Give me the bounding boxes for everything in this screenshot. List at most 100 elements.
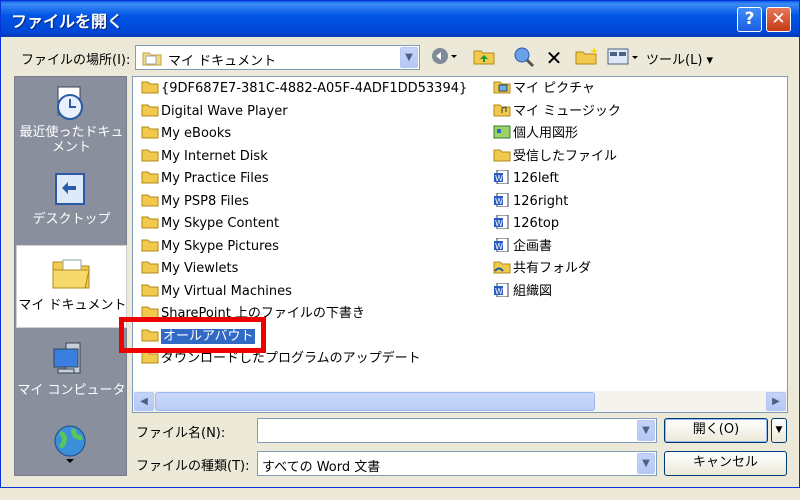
file-list-item[interactable]: My Internet Disk — [141, 147, 268, 167]
new-folder-button[interactable] — [573, 46, 601, 70]
filename-label: ファイル名(N): — [136, 426, 226, 441]
desktop-icon — [55, 173, 85, 205]
word-doc-icon: W — [493, 192, 511, 207]
file-name: My eBooks — [161, 126, 232, 141]
folder-icon — [493, 148, 511, 162]
my-documents-icon — [52, 259, 90, 289]
file-name: My Viewlets — [161, 261, 239, 276]
file-list-item[interactable]: My Skype Pictures — [141, 237, 279, 257]
svg-text:W: W — [495, 219, 503, 228]
file-name: 組織図 — [513, 283, 553, 299]
file-list-item[interactable]: マイ ピクチャ — [493, 79, 595, 99]
file-name: ダウンロードしたプログラムのアップデート — [161, 351, 421, 366]
tools-menu[interactable]: ツール(L) ▾ — [646, 49, 713, 68]
file-list[interactable]: {9DF687E7-381C-4882-A05F-4ADF1DD53394} Di… — [132, 76, 788, 413]
file-list-item[interactable]: Digital Wave Player — [141, 102, 288, 122]
file-name: My Practice Files — [161, 171, 269, 186]
svg-text:W: W — [495, 242, 503, 251]
horizontal-scrollbar[interactable]: ◀ ▶ — [133, 391, 787, 412]
place-my-documents[interactable]: マイ ドキュメント — [16, 245, 127, 328]
views-button[interactable] — [605, 46, 641, 70]
recent-documents-icon — [57, 86, 83, 120]
file-name: My Skype Pictures — [161, 238, 279, 254]
file-list-item[interactable]: {9DF687E7-381C-4882-A05F-4ADF1DD53394} — [141, 79, 467, 99]
file-name: Digital Wave Player — [161, 103, 288, 119]
file-list-item[interactable]: My Practice Files — [141, 169, 269, 189]
music-folder-icon — [493, 103, 511, 117]
up-folder-button[interactable] — [471, 46, 497, 70]
new-folder-icon — [575, 47, 598, 65]
views-icon — [607, 48, 638, 65]
file-list-item[interactable]: 個人用図形 — [493, 124, 578, 144]
file-list-item[interactable]: My eBooks — [141, 124, 231, 144]
title-bar[interactable]: ファイルを開く ? ✕ — [1, 1, 799, 37]
file-list-item[interactable]: マイ ミュージック — [493, 102, 621, 122]
folder-icon — [141, 170, 159, 184]
folder-icon — [141, 125, 159, 139]
network-places-icon — [54, 425, 86, 463]
cancel-button[interactable]: キャンセル — [664, 451, 787, 476]
lookin-value: マイ ドキュメント — [168, 54, 277, 69]
scroll-thumb[interactable] — [155, 392, 595, 411]
close-button[interactable]: ✕ — [766, 7, 791, 32]
delete-icon[interactable]: ✕ — [543, 46, 565, 70]
open-file-dialog: ファイルを開く ? ✕ ファイルの場所(I): マイ ドキュメント ▼ ✕ ツー… — [0, 0, 800, 488]
file-name: {9DF687E7-381C-4882-A05F-4ADF1DD53394} — [161, 81, 468, 96]
file-list-item[interactable]: My Virtual Machines — [141, 282, 292, 302]
folder-icon — [141, 215, 159, 229]
file-name: My PSP8 Files — [161, 193, 249, 209]
file-name: 受信したファイル — [513, 148, 618, 164]
place-recent-documents[interactable]: 最近使ったドキュメント — [16, 77, 127, 160]
back-button[interactable] — [429, 46, 459, 70]
folder-icon — [141, 238, 159, 252]
file-name: My Internet Disk — [161, 148, 268, 164]
filetype-select[interactable]: すべての Word 文書 ▼ — [257, 451, 657, 476]
chevron-down-icon[interactable]: ▼ — [637, 453, 655, 474]
file-name: マイ ピクチャ — [513, 81, 596, 96]
scroll-right-button[interactable]: ▶ — [766, 392, 786, 411]
lookin-combo[interactable]: マイ ドキュメント ▼ — [135, 45, 420, 70]
file-list-item[interactable]: My Skype Content — [141, 214, 279, 234]
file-list-item[interactable]: W 企画書 — [493, 237, 552, 257]
file-list-item[interactable]: 受信したファイル — [493, 147, 617, 167]
filename-input[interactable]: ▼ — [257, 418, 657, 443]
file-list-item[interactable]: W 126left — [493, 169, 559, 189]
open-button[interactable]: 開く(O) — [664, 418, 768, 443]
search-web-button[interactable] — [511, 46, 537, 70]
shared-folder-icon — [493, 260, 511, 274]
place-my-computer[interactable]: マイ コンピュータ — [16, 335, 127, 418]
file-name: My Skype Content — [161, 216, 280, 231]
up-folder-icon — [473, 50, 495, 65]
place-label: マイ ドキュメント — [18, 298, 127, 313]
search-web-icon — [514, 47, 535, 68]
pictures-folder-icon — [493, 80, 511, 94]
file-name: My Virtual Machines — [161, 283, 292, 299]
file-name: 126top — [513, 216, 560, 231]
places-bar: 最近使ったドキュメント デスクトップ マイ ドキュメント マイ コンピュータ — [14, 76, 127, 476]
chevron-down-icon[interactable]: ▼ — [400, 47, 418, 68]
help-button[interactable]: ? — [737, 7, 762, 32]
place-desktop[interactable]: デスクトップ — [16, 164, 127, 247]
file-list-item[interactable]: W 組織図 — [493, 282, 552, 302]
word-doc-icon: W — [493, 169, 511, 185]
file-name: マイ ミュージック — [513, 103, 621, 119]
file-name: 126left — [513, 171, 559, 186]
file-list-item[interactable]: My Viewlets — [141, 259, 238, 279]
open-options-button[interactable]: ▼ — [771, 418, 787, 443]
folder-icon — [141, 80, 159, 94]
scroll-left-button[interactable]: ◀ — [134, 392, 154, 411]
word-doc-icon: W — [493, 214, 511, 230]
file-list-item[interactable]: W 126right — [493, 192, 568, 212]
my-documents-folder-icon — [142, 52, 162, 66]
chevron-down-icon[interactable]: ▼ — [637, 420, 655, 441]
folder-icon — [141, 193, 159, 207]
lookin-label: ファイルの場所(I): — [21, 53, 131, 68]
red-highlight-box — [119, 317, 266, 353]
file-list-item[interactable]: My PSP8 Files — [141, 192, 249, 212]
file-list-item[interactable]: W 126top — [493, 214, 559, 234]
dialog-title: ファイルを開く — [11, 12, 124, 31]
filetype-value: すべての Word 文書 — [262, 460, 381, 475]
svg-text:W: W — [495, 287, 503, 296]
svg-text:W: W — [495, 197, 503, 206]
file-list-item[interactable]: 共有フォルダ — [493, 259, 591, 279]
